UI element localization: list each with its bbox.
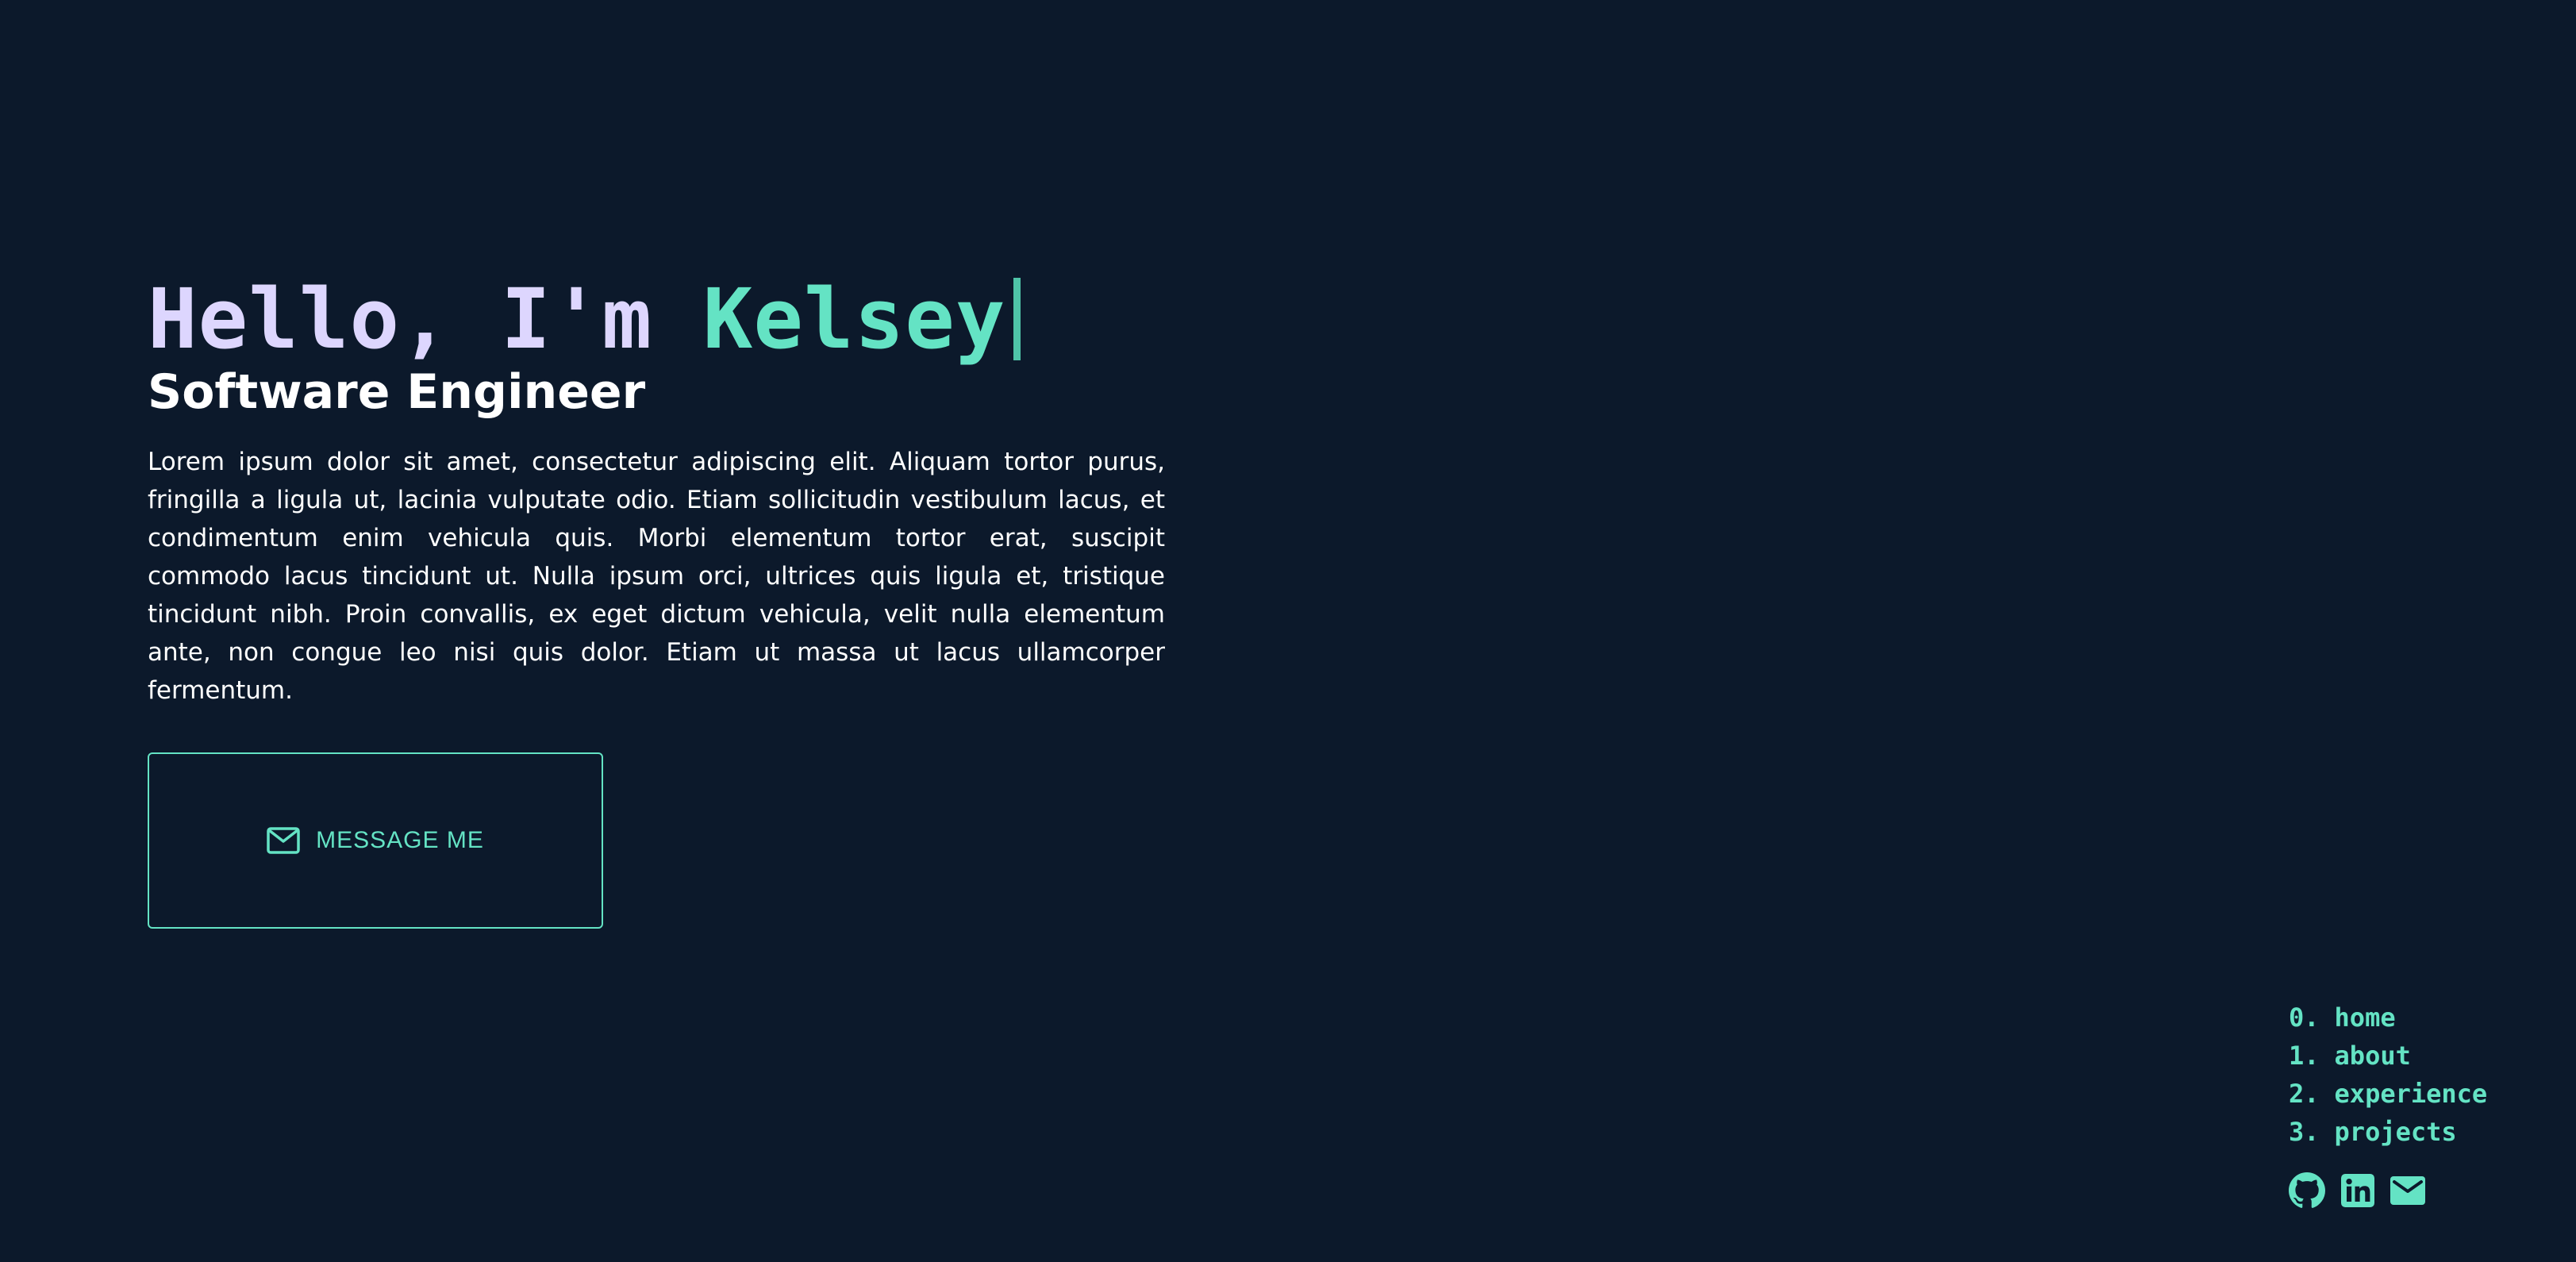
mail-icon — [267, 827, 300, 854]
job-title: Software Engineer — [148, 364, 646, 420]
nav-item-home[interactable]: 0. home — [2289, 998, 2487, 1037]
hero-headline: Hello, I'm Kelsey — [148, 270, 1165, 368]
social-links — [2289, 1172, 2441, 1212]
name-text: Kelsey — [702, 271, 1006, 367]
bio-paragraph: Lorem ipsum dolor sit amet, consectetur … — [148, 448, 1165, 705]
nav-item-label: home — [2334, 1002, 2396, 1033]
github-icon[interactable] — [2289, 1172, 2325, 1212]
message-me-button[interactable]: MESSAGE ME — [148, 752, 603, 929]
nav-item-about[interactable]: 1. about — [2289, 1037, 2487, 1075]
nav-item-number: 1. — [2289, 1041, 2320, 1071]
email-icon[interactable] — [2390, 1176, 2425, 1208]
hero-section: Hello, I'm Kelsey Software Engineer Lore… — [148, 270, 1165, 710]
nav-item-label: about — [2334, 1041, 2411, 1071]
linkedin-icon[interactable] — [2341, 1174, 2374, 1210]
nav-item-label: projects — [2334, 1117, 2457, 1147]
message-me-label: MESSAGE ME — [316, 827, 484, 853]
nav-item-experience[interactable]: 2. experience — [2289, 1075, 2487, 1113]
nav-item-label: experience — [2334, 1079, 2488, 1109]
nav-item-projects[interactable]: 3. projects — [2289, 1113, 2487, 1151]
greeting-text: Hello, I'm — [148, 271, 703, 367]
typing-cursor — [1013, 278, 1021, 360]
nav-item-number: 2. — [2289, 1079, 2320, 1109]
section-nav: 0. home 1. about 2. experience 3. projects — [2289, 998, 2487, 1151]
nav-item-number: 0. — [2289, 1002, 2320, 1033]
nav-item-number: 3. — [2289, 1117, 2320, 1147]
